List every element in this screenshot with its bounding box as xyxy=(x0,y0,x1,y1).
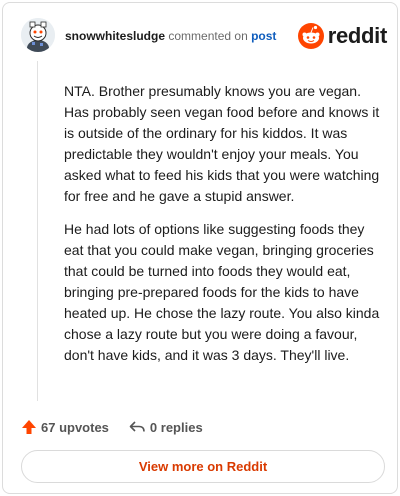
user-avatar[interactable] xyxy=(21,18,55,52)
reply-arrow-icon xyxy=(129,421,145,432)
thread-line xyxy=(37,61,38,401)
upvote-arrow-icon xyxy=(22,420,36,434)
action-text: commented on xyxy=(168,29,248,43)
reply-button[interactable]: 0 replies xyxy=(129,419,203,435)
comment-byline: snowwhitesludge commented on post xyxy=(65,29,276,43)
post-link[interactable]: post xyxy=(251,29,276,43)
comment-paragraph: NTA. Brother presumably knows you are ve… xyxy=(64,83,380,204)
comment-paragraph: He had lots of options like suggesting f… xyxy=(64,221,380,363)
username-link[interactable]: snowwhitesludge xyxy=(65,29,165,43)
snoo-avatar-icon xyxy=(21,18,55,52)
comment-header: snowwhitesludge commented on post reddit xyxy=(21,18,387,54)
view-more-button[interactable]: View more on Reddit xyxy=(21,450,385,483)
reply-count: 0 replies xyxy=(149,419,203,435)
upvote-count: 67 upvotes xyxy=(41,419,109,435)
upvote-button[interactable]: 67 upvotes xyxy=(21,419,109,435)
reddit-snoo-logo-icon xyxy=(297,23,324,49)
embedded-comment-card: snowwhitesludge commented on post reddit… xyxy=(2,2,398,494)
reddit-brand[interactable]: reddit xyxy=(297,22,388,50)
comment-body: NTA. Brother presumably knows you are ve… xyxy=(64,81,386,378)
brand-wordmark: reddit xyxy=(327,23,388,48)
comment-actions: 67 upvotes 0 replies xyxy=(21,416,203,438)
